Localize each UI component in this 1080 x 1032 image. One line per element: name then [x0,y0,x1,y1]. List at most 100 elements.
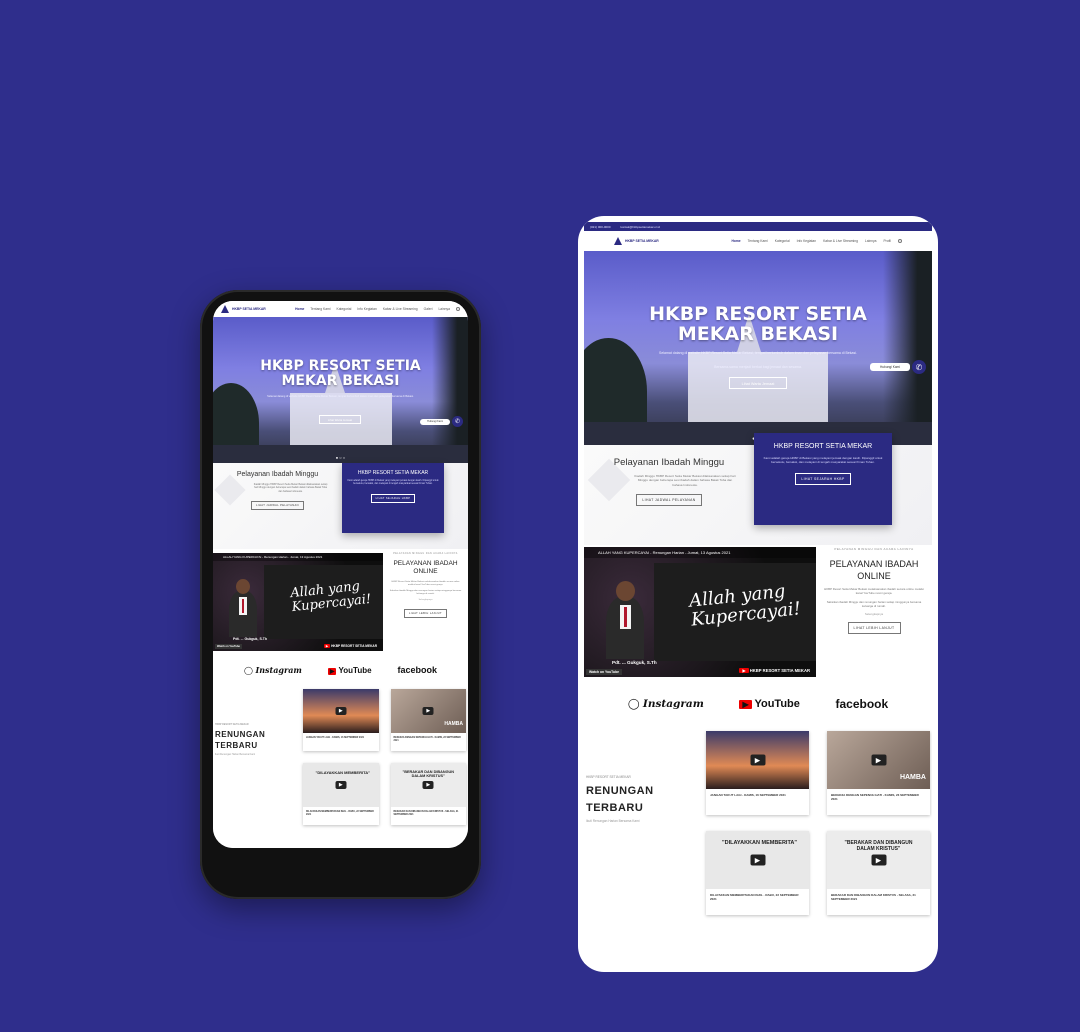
reflection-thumb: "BERAKAR DAN DIBANGUN DALAM KRISTUS" ▶ [390,763,466,807]
reflection-card[interactable]: ▶ HAMBA BEKERJA DENGAN SEPENUH HATI - KA… [827,731,930,815]
reflection-card[interactable]: "DILAYAKKAN MEMBERITA" ▶ DILAYAKKAN MEMB… [303,763,379,825]
service-left-title: Pelayanan Ibadah Minggu [613,457,725,468]
whatsapp-pill[interactable]: Hubungi Kami [870,363,910,371]
hero-slider-dots[interactable]: ● ○ ○ [213,455,468,460]
site-logo[interactable]: HKBP SETIA MEKAR [614,237,659,245]
facebook-link[interactable]: facebook [836,697,889,711]
online-label: Selengkapnya [418,599,433,602]
reflections-section: HKBP RESORT SETIA MEKAR RENUNGAN TERBARU… [213,689,468,825]
nav-item-home[interactable]: Home [731,239,740,243]
tablet-screen: (021) 000-0000 kontak@hkbpsetiamekar.or.… [584,222,932,964]
reflections-kicker: HKBP RESORT SETIA MEKAR [586,775,631,779]
hero-button[interactable]: Lihat Warta Jemaat [729,377,787,389]
search-icon[interactable] [898,239,902,243]
reflections-header: HKBP RESORT SETIA MEKAR RENUNGAN TERBARU… [215,689,303,825]
service-left-text: Ibadah Minggu HKBP Resort Setia Mekar Be… [634,474,736,487]
play-icon[interactable]: ▶ [335,781,347,789]
instagram-link[interactable]: ◯ Instagram [628,698,704,710]
instagram-label: Instagram [255,665,302,675]
reflection-card[interactable]: "DILAYAKKAN MEMBERITA" ▶ DILAYAKKAN MEMB… [706,831,809,915]
nav-item-lainnya[interactable]: Lainnya [865,239,877,243]
play-icon[interactable]: ▶ [750,854,765,866]
online-title-line1: PELAYANAN IBADAH [393,560,458,567]
reflection-thumb: "BERAKAR DAN DIBANGUN DALAM KRISTUS" ▶ [827,831,930,889]
schedule-button[interactable]: LIHAT JADWAL PELAYANAN [636,494,702,507]
nav-item-kategorial[interactable]: Kategorial [337,307,352,311]
online-button[interactable]: LIHAT LEBIH LANJUT [847,622,901,635]
thumb-overlay-text: HAMBA [899,774,926,781]
nav-item-lainnya[interactable]: Lainnya [438,307,450,311]
reflection-card[interactable]: "BERAKAR DAN DIBANGUN DALAM KRISTUS" ▶ B… [390,763,466,825]
reflection-card[interactable]: ▶ JANGAN TAKUT LAGI - KAMIS, 16 SEPTEMBE… [303,689,379,751]
online-text-1: HKBP Resort Setia Mekar Bekasi melaksana… [824,587,924,596]
thumb-overlay-text: HAMBA [444,721,463,727]
nav-item-kabar[interactable]: Kabar & Live Streaming [823,239,858,243]
thumb-overlay-text: "BERAKAR DAN DIBANGUN DALAM KRISTUS" [402,770,455,778]
reflections-title-line1: RENUNGAN [586,785,654,797]
service-left-text: Ibadah Minggu HKBP Resort Setia Mekar Be… [253,483,328,493]
play-icon[interactable]: ▶ [871,754,886,766]
online-section: Allah yang Kupercayai! ALLAH YANG KUPERC… [584,545,932,677]
play-icon[interactable]: ▶ [422,707,434,715]
reflections-subtitle: Ikuti Renungan Harian Bersama Kami [586,819,640,823]
video-title[interactable]: ALLAH YANG KUPERCAYAI - Renungan Harian … [213,553,383,561]
play-icon[interactable]: ▶ [750,754,765,766]
play-icon[interactable]: ▶ [871,854,886,866]
reflection-card[interactable]: ▶ HAMBA BEKERJA DENGAN SEPENUH HATI - KA… [390,689,466,751]
hero-subtitle: Selamat datang di website HKBP Resort Se… [267,395,414,398]
youtube-play-icon: ▶ [739,668,749,673]
topbar-email[interactable]: kontak@hkbpsetiamekar.or.id [621,225,660,229]
reflection-card[interactable]: "BERAKAR DAN DIBANGUN DALAM KRISTUS" ▶ B… [827,831,930,915]
history-button[interactable]: LIHAT SEJARAH HKBP [795,472,851,485]
nav-item-tentang[interactable]: Tentang Kami [748,239,768,243]
top-contact-bar: (021) 000-0000 kontak@hkbpsetiamekar.or.… [584,222,932,231]
video-channel-name: ▶ HKBP RESORT SETIA MEKAR [323,644,377,648]
whatsapp-pill[interactable]: Hubungi Kami [420,419,450,425]
nav-item-kategorial[interactable]: Kategorial [775,239,790,243]
topbar-phone[interactable]: (021) 000-0000 [590,225,611,229]
nav-item-tentang[interactable]: Tentang Kami [310,307,330,311]
whatsapp-icon[interactable]: ✆ [452,416,463,427]
nav-item-info[interactable]: Info Kegiatan [797,239,816,243]
nav-item-info[interactable]: Info Kegiatan [357,307,376,311]
video-title[interactable]: ALLAH YANG KUPERCAYAI - Renungan Harian … [584,547,816,558]
reflections-title-line2: TERBARU [586,801,644,814]
video-speaker-name: Pdt. ... Gukguk, S.Th [612,660,657,665]
video-player[interactable]: Allah yang Kupercayai! ALLAH YANG KUPERC… [584,547,816,677]
instagram-link[interactable]: ◯ Instagram [244,665,302,675]
nav-item-profil[interactable]: Profil [883,239,891,243]
search-icon[interactable] [456,307,460,311]
about-card-text: Kami adalah gereja HKBP di Bekasi yang m… [347,480,439,486]
online-kicker: PELAYANAN MINGGU DAN ACARA LAINNYA [834,547,914,551]
watch-on-youtube[interactable]: Watch on YouTube [215,644,242,649]
reflection-thumb: ▶ HAMBA [390,689,466,733]
service-left: Pelayanan Ibadah Minggu Ibadah Minggu HK… [213,463,342,549]
reflection-thumb: ▶ [303,689,379,733]
site-logo[interactable]: HKBP SETIA MEKAR [221,305,266,313]
nav-item-kabar[interactable]: Kabar & Live Streaming [383,307,418,311]
reflection-card[interactable]: ▶ JANGAN TAKUT LAGI - KAMIS, 16 SEPTEMBE… [706,731,809,815]
play-icon[interactable]: ▶ [422,781,434,789]
whatsapp-icon[interactable]: ✆ [912,360,926,374]
schedule-button[interactable]: LIHAT JADWAL PELAYANAN [251,501,304,511]
logo-icon [221,305,229,313]
tablet-menu: Home Tentang Kami Kategorial Info Kegiat… [731,239,902,243]
video-player[interactable]: Allah yang Kupercayai! ALLAH YANG KUPERC… [213,553,383,651]
nav-item-galeri[interactable]: Galeri [424,307,433,311]
reflections-kicker: HKBP RESORT SETIA MEKAR [215,723,249,726]
online-info: PELAYANAN MINGGU DAN ACARA LAINNYA PELAY… [383,553,468,651]
history-button[interactable]: LIHAT SEJARAH HKBP [370,494,416,504]
youtube-label: YouTube [754,698,800,710]
watch-on-youtube[interactable]: Watch on YouTube [586,669,623,675]
nav-item-home[interactable]: Home [295,307,304,311]
youtube-link[interactable]: ▶ YouTube [739,698,800,710]
youtube-link[interactable]: ▶ YouTube [327,666,372,675]
facebook-link[interactable]: facebook [397,665,437,675]
play-icon[interactable]: ▶ [335,707,347,715]
hero-banner: HKBP RESORT SETIA MEKAR BEKASI Selamat d… [213,317,468,463]
hero-title-line1: HKBP RESORT SETIA [649,303,867,325]
hero-button[interactable]: Lihat Warta Jemaat [319,415,361,424]
online-button[interactable]: LIHAT LEBIH LANJUT [403,609,448,619]
hero-subtitle-2: Bersama-sama menjadi berkat bagi jemaat … [714,365,802,369]
hero-title: HKBP RESORT SETIA MEKAR BEKASI [584,303,932,345]
